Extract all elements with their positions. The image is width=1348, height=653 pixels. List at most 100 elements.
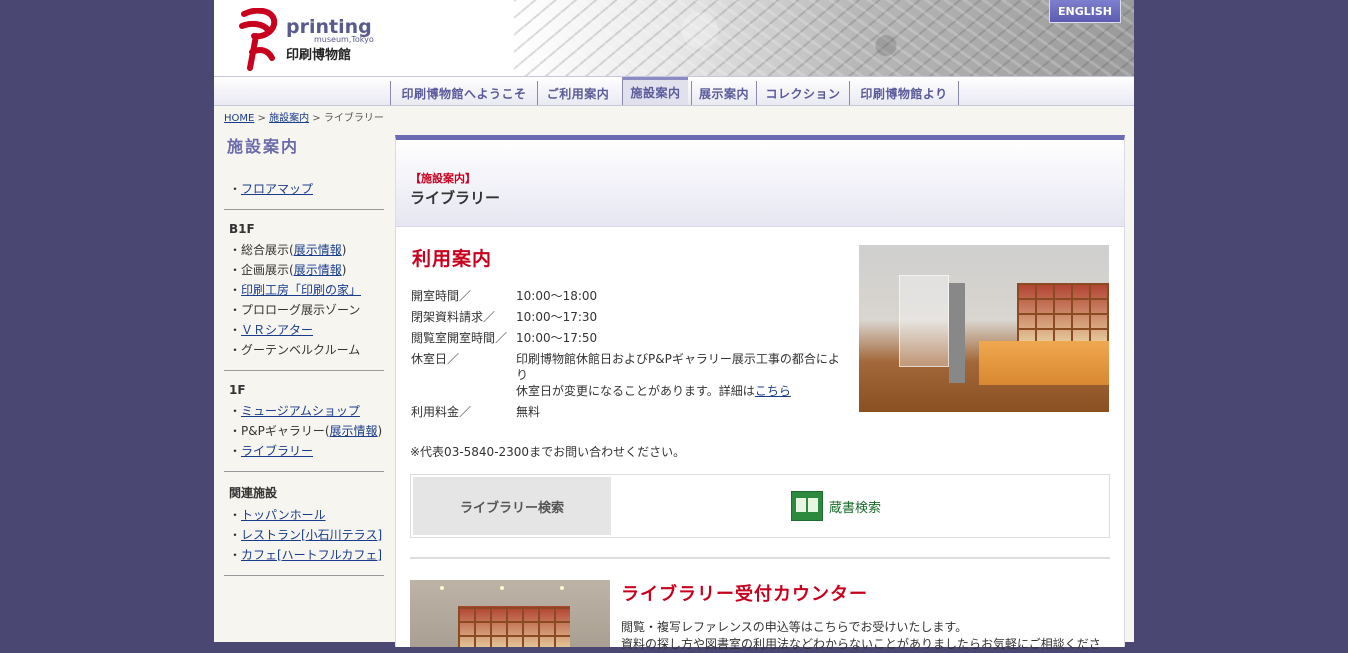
catalog-search-link[interactable]: 蔵書検索	[791, 491, 881, 521]
sidebar-item: ・総合展示(展示情報)	[224, 240, 384, 260]
contact-note: ※代表03-5840-2300までお問い合わせください。	[410, 445, 686, 459]
sidebar-link-special-info[interactable]: 展示情報	[294, 263, 342, 277]
photo-bookshelf	[458, 606, 570, 647]
photo-door	[949, 283, 965, 383]
info-value-holiday: 印刷博物館休館日およびP&Pギャラリー展示工事の都合により 休室日が変更になるこ…	[516, 351, 841, 399]
photo-light	[440, 586, 444, 590]
sidebar-group-related: 関連施設 ・トッパンホール ・レストラン[小石川テラス] ・カフェ[ハートフルカ…	[224, 472, 384, 576]
nav-guide[interactable]: ご利用案内	[537, 81, 618, 105]
sidebar-link-pp-info[interactable]: 展示情報	[330, 424, 378, 438]
bullet: ・	[229, 323, 242, 337]
bullet: ・	[229, 182, 242, 196]
nav-collection[interactable]: コレクション	[756, 81, 849, 105]
counter-description: 閲覧・複写レファレンスの申込等はこちらでお受けいたします。 資料の探し方や図書室…	[621, 619, 1111, 653]
library-photo	[859, 245, 1109, 412]
info-row-hours: 開室時間／ 10:00〜18:00	[411, 288, 841, 304]
sidebar-item: ・印刷工房「印刷の家」	[224, 280, 384, 300]
sidebar-item: ・ＶＲシアター	[224, 320, 384, 340]
nav-exhibition[interactable]: 展示案内	[691, 81, 756, 105]
bullet: ・	[229, 424, 242, 438]
page-title: ライブラリー	[410, 189, 501, 207]
info-row-closed-request: 閉架資料請求／ 10:00〜17:30	[411, 309, 841, 325]
sidebar-item: ・企画展示(展示情報)	[224, 260, 384, 280]
info-row-reading-room: 閲覧室開室時間／ 10:00〜17:50	[411, 330, 841, 346]
info-label: 利用料金／	[411, 405, 472, 419]
breadcrumb-facility[interactable]: 施設案内	[269, 113, 309, 124]
breadcrumb-sep: >	[257, 113, 266, 124]
photo-glass	[899, 275, 949, 367]
counter-text-line: 資料の探し方や図書室の利用法などわからないことがありましたらお気軽にご相談くださ	[621, 637, 1101, 651]
sidebar-group-map: ・フロアマップ	[224, 175, 384, 210]
sidebar-item: ・レストラン[小石川テラス]	[224, 525, 384, 545]
info-row-fee: 利用料金／ 無料	[411, 404, 841, 420]
photo-counter	[979, 341, 1109, 385]
photo-light	[500, 586, 504, 590]
library-search-label: ライブラリー検索	[413, 477, 611, 535]
sidebar-text: P&Pギャラリー(	[241, 424, 330, 438]
sidebar-item: ・ライブラリー	[224, 441, 384, 461]
sidebar-link-cafe[interactable]: カフェ[ハートフルカフェ]	[241, 548, 382, 562]
sidebar-item: ・ミュージアムショップ	[224, 401, 384, 421]
sidebar-item: ・トッパンホール	[224, 505, 384, 525]
sidebar-text: )	[377, 424, 383, 438]
sidebar-group-1f: 1F ・ミュージアムショップ ・P&Pギャラリー(展示情報) ・ライブラリー	[224, 371, 384, 472]
info-label: 閉架資料請求／	[411, 310, 496, 324]
section-divider	[410, 557, 1110, 559]
sidebar: 施設案内 ・フロアマップ B1F ・総合展示(展示情報) ・企画展示(展示情報)…	[224, 135, 384, 576]
sidebar-link-workshop[interactable]: 印刷工房「印刷の家」	[241, 283, 361, 297]
bullet: ・	[229, 444, 242, 458]
logo-museum-text: museum,Tokyo	[314, 35, 374, 44]
bullet: ・	[229, 528, 242, 542]
museum-logo[interactable]: printing museum,Tokyo 印刷博物館	[234, 8, 394, 74]
sidebar-text-gutenberg: グーテンベルクルーム	[241, 343, 361, 357]
logo-japanese-text: 印刷博物館	[286, 48, 352, 63]
sidebar-item: ・グーテンベルクルーム	[224, 340, 384, 360]
breadcrumb-sep: >	[312, 113, 321, 124]
usage-heading: 利用案内	[412, 248, 493, 270]
sidebar-head-b1f: B1F	[229, 222, 255, 236]
bullet: ・	[229, 283, 242, 297]
nav-from-museum[interactable]: 印刷博物館より	[849, 81, 959, 105]
sidebar-text: )	[341, 243, 347, 257]
info-label: 休室日／	[411, 352, 460, 366]
bullet: ・	[229, 508, 242, 522]
usage-info-table: 開室時間／ 10:00〜18:00 閉架資料請求／ 10:00〜17:30 閲覧…	[411, 288, 841, 425]
main-category: 【施設案内】	[410, 172, 476, 185]
sidebar-link-floormap[interactable]: フロアマップ	[241, 182, 313, 196]
header: printing museum,Tokyo 印刷博物館 ENGLISH	[214, 0, 1134, 76]
sidebar-link-hall[interactable]: トッパンホール	[241, 508, 326, 522]
sidebar-head-related: 関連施設	[229, 486, 278, 500]
library-search-box: ライブラリー検索 蔵書検索	[410, 474, 1110, 538]
info-label: 開室時間／	[411, 289, 472, 303]
nav-welcome[interactable]: 印刷博物館へようこそ	[390, 81, 537, 105]
main-header: 【施設案内】 ライブラリー	[396, 140, 1124, 227]
counter-text-line: 閲覧・複写レファレンスの申込等はこちらでお受けいたします。	[621, 620, 968, 634]
info-label: 閲覧室開室時間／	[411, 331, 508, 345]
global-nav: 印刷博物館へようこそ ご利用案内 施設案内 展示案内 コレクション 印刷博物館よ…	[214, 76, 1134, 106]
sidebar-link-vr[interactable]: ＶＲシアター	[241, 323, 313, 337]
sidebar-title: 施設案内	[227, 137, 300, 156]
book-icon	[791, 491, 823, 521]
sidebar-item: ・プロローグ展示ゾーン	[224, 300, 384, 320]
bullet: ・	[229, 243, 242, 257]
sidebar-link-shop[interactable]: ミュージアムショップ	[241, 404, 360, 418]
sidebar-link-restaurant[interactable]: レストラン[小石川テラス]	[241, 528, 382, 542]
sidebar-link-general-info[interactable]: 展示情報	[294, 243, 342, 257]
counter-photo	[410, 580, 610, 647]
info-value: 10:00〜17:30	[516, 310, 598, 324]
holiday-details-link[interactable]: こちら	[755, 384, 791, 398]
nav-facility[interactable]: 施設案内	[622, 77, 688, 105]
english-button[interactable]: ENGLISH	[1049, 0, 1121, 23]
sidebar-item: ・カフェ[ハートフルカフェ]	[224, 545, 384, 565]
logo-mark-icon	[239, 8, 278, 71]
info-value: 10:00〜17:50	[516, 331, 598, 345]
sidebar-head-1f: 1F	[229, 383, 246, 397]
sidebar-link-library[interactable]: ライブラリー	[241, 444, 313, 458]
breadcrumb-home[interactable]: HOME	[224, 113, 254, 124]
catalog-search-text: 蔵書検索	[829, 500, 882, 516]
holiday-text-1: 印刷博物館休館日およびP&Pギャラリー展示工事の都合により	[516, 352, 840, 382]
sidebar-text: )	[341, 263, 347, 277]
header-artwork	[514, 0, 1134, 76]
main-content: 【施設案内】 ライブラリー 利用案内 開室時間／ 10:00〜18:00 閉架資…	[395, 135, 1125, 651]
bullet: ・	[229, 303, 242, 317]
